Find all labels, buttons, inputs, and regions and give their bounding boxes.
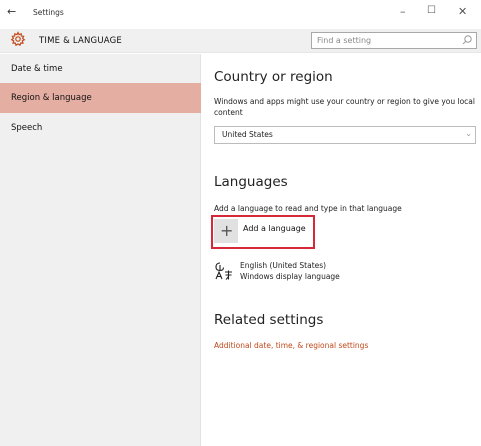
- sidebar-item-label: Date & time: [11, 64, 63, 74]
- sidebar: Date & time Region & language Speech: [0, 54, 201, 446]
- search-placeholder: Find a setting: [317, 36, 372, 45]
- back-arrow-icon[interactable]: ←: [7, 5, 16, 18]
- sidebar-item-date-time[interactable]: Date & time: [0, 54, 201, 84]
- search-icon[interactable]: [461, 34, 473, 46]
- section-header: TIME & LANGUAGE Find a setting: [0, 29, 481, 53]
- languages-heading: Languages: [214, 174, 288, 190]
- sidebar-item-region-language[interactable]: Region & language: [0, 83, 201, 113]
- search-input[interactable]: Find a setting: [311, 32, 477, 49]
- sidebar-item-label: Region & language: [11, 93, 92, 103]
- related-settings-link[interactable]: Additional date, time, & regional settin…: [214, 341, 368, 350]
- plus-icon: +: [220, 221, 234, 240]
- language-icon: [215, 262, 232, 280]
- sidebar-item-label: Speech: [11, 123, 43, 133]
- gear-icon: [10, 31, 26, 47]
- add-language-button[interactable]: +: [214, 219, 238, 243]
- country-selected-value: United States: [222, 130, 273, 139]
- window-title: Settings: [33, 8, 64, 17]
- sidebar-item-speech[interactable]: Speech: [0, 113, 201, 143]
- title-bar: ← Settings – ☐ ✕: [0, 0, 481, 29]
- related-settings-heading: Related settings: [214, 312, 324, 328]
- country-dropdown[interactable]: United States ⌄: [214, 126, 476, 144]
- country-heading: Country or region: [214, 69, 333, 85]
- section-title: TIME & LANGUAGE: [39, 36, 122, 46]
- language-name[interactable]: English (United States): [240, 261, 326, 270]
- minimize-button[interactable]: –: [400, 5, 406, 18]
- close-button[interactable]: ✕: [458, 5, 467, 18]
- add-language-label[interactable]: Add a language: [243, 224, 306, 233]
- main-content: Country or region Windows and apps might…: [201, 54, 481, 446]
- chevron-down-icon: ⌄: [465, 129, 472, 138]
- country-description: Windows and apps might use your country …: [214, 97, 475, 117]
- language-subtitle: Windows display language: [240, 272, 340, 281]
- languages-description: Add a language to read and type in that …: [214, 204, 402, 213]
- maximize-button[interactable]: ☐: [427, 5, 436, 16]
